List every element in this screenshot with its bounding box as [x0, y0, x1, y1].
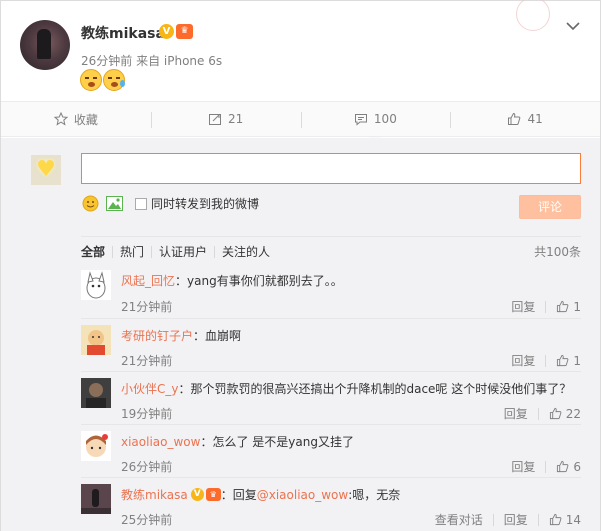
sad-emoji-icon: [80, 69, 102, 91]
favorite-label: 收藏: [73, 112, 98, 127]
star-icon: [53, 112, 68, 126]
comment-text: 小伙伴C_y ：那个罚款罚的很高兴还搞出个升降机制的dace呢 这个时候没他们事…: [121, 380, 571, 397]
repost-button[interactable]: 21: [150, 102, 301, 136]
tab-all[interactable]: 全部: [81, 246, 112, 258]
tab-verified[interactable]: 认证用户: [151, 245, 214, 258]
thumbs-up-icon[interactable]: [556, 460, 569, 473]
comment-time: 26分钟前: [121, 460, 173, 474]
reply-button[interactable]: 回复: [511, 298, 535, 315]
thumbs-up-icon[interactable]: [549, 513, 562, 526]
comment-actions: 回复 6: [511, 458, 581, 475]
post-content: [80, 69, 125, 91]
commenter-name[interactable]: 教练mikasa: [121, 486, 188, 503]
comment-item: 风起_回忆 ：yang有事你们就都别去了。。 21分钟前 回复 1: [81, 270, 581, 318]
commenter-name[interactable]: 风起_回忆: [121, 272, 175, 289]
comment-reply-prefix: ：回复: [220, 488, 257, 502]
chevron-down-icon[interactable]: [566, 21, 580, 31]
tab-hot[interactable]: 热门: [112, 245, 151, 258]
author-badges: V ♛: [159, 24, 193, 39]
comment-section: ♥ 同时转发到我的微博 评论 全部 热门 认证用户 关注的人 共100条 风起_…: [1, 138, 600, 531]
favorite-button[interactable]: 收藏: [1, 102, 151, 136]
verified-icon[interactable]: V: [190, 488, 204, 501]
submit-comment-button[interactable]: 评论: [519, 195, 581, 219]
tab-following[interactable]: 关注的人: [214, 245, 277, 258]
thumbs-up-icon[interactable]: [549, 407, 562, 420]
verified-icon[interactable]: V: [159, 24, 174, 39]
repost-icon: [208, 114, 221, 125]
comment-like-count: 1: [573, 353, 581, 368]
comment-actions: 回复 1: [511, 352, 581, 369]
comment-item: xiaoliao_wow ：怎么了 是不是yang又挂了 26分钟前 回复 6: [81, 424, 581, 477]
comment-time: 19分钟前: [121, 407, 173, 421]
comment-text: 教练mikasa V ♛ ：回复 @xiaoliao_wow :嗯，无奈: [121, 486, 400, 503]
comment-actions: 回复 22: [504, 405, 581, 422]
repost-option-label: 同时转发到我的微博: [151, 197, 260, 211]
comment-actions: 查看对话 回复 14: [435, 511, 581, 528]
thumbs-up-icon[interactable]: [556, 300, 569, 313]
commenter-avatar[interactable]: [81, 431, 111, 461]
comment-text: 考研的钉子户 ：血崩啊: [121, 327, 241, 344]
comment-body: ：那个罚款罚的很高兴还搞出个升降机制的dace呢 这个时候没他们事了？: [178, 382, 572, 396]
comment-icon: [354, 114, 367, 126]
vip-icon[interactable]: ♛: [205, 488, 221, 501]
thumbs-up-icon[interactable]: [556, 354, 569, 367]
comment-like-count: 1: [573, 299, 581, 314]
comment-body: ：血崩啊: [193, 329, 242, 343]
action-bar: 收藏 21 100 41: [1, 101, 600, 143]
weibo-post-card: 教练mikasa V ♛ 26分钟前 来自 iPhone 6s 收藏 21 10…: [0, 0, 601, 531]
comment-filter-tabs: 全部 热门 认证用户 关注的人 共100条: [81, 236, 581, 266]
commenter-name[interactable]: 考研的钉子户: [121, 327, 193, 344]
comment-time: 21分钟前: [121, 354, 173, 368]
comment-body: ：怎么了 是不是yang又挂了: [200, 435, 354, 449]
comment-time: 21分钟前: [121, 300, 173, 314]
comment-body: ：yang有事你们就都别去了。。: [175, 274, 343, 288]
comment-like-count: 22: [565, 406, 581, 421]
author-name[interactable]: 教练mikasa: [81, 23, 165, 43]
comment-text: xiaoliao_wow ：怎么了 是不是yang又挂了: [121, 433, 354, 450]
thumbs-up-icon: [508, 112, 521, 125]
comment-body: :嗯，无奈: [348, 488, 401, 502]
post-meta: 26分钟前 来自 iPhone 6s: [81, 54, 223, 68]
commenter-name[interactable]: xiaoliao_wow: [121, 435, 200, 449]
like-button[interactable]: 41: [450, 102, 600, 136]
sweat-emoji-icon: [103, 69, 125, 91]
comment-time: 25分钟前: [121, 513, 173, 527]
smiley-icon[interactable]: [82, 195, 99, 212]
composer-tools: 同时转发到我的微博: [82, 195, 259, 212]
current-user-avatar: ♥: [31, 155, 61, 185]
vip-icon[interactable]: ♛: [176, 24, 193, 39]
commenter-name[interactable]: 小伙伴C_y: [121, 380, 178, 397]
mention-link[interactable]: @xiaoliao_wow: [257, 488, 348, 502]
view-conversation-button[interactable]: 查看对话: [435, 511, 483, 528]
comment-item: 考研的钉子户 ：血崩啊 21分钟前 回复 1: [81, 318, 581, 371]
comment-input[interactable]: [81, 153, 581, 184]
comment-actions: 回复 1: [511, 298, 581, 315]
commenter-avatar[interactable]: [81, 270, 111, 300]
comment-list: 风起_回忆 ：yang有事你们就都别去了。。 21分钟前 回复 1 考研的钉子户…: [81, 270, 581, 530]
comment-total: 共100条: [534, 245, 581, 259]
commenter-avatar[interactable]: [81, 325, 111, 355]
commenter-avatar[interactable]: [81, 484, 111, 514]
comment-button[interactable]: 100: [300, 102, 451, 143]
comment-count: 100: [373, 112, 397, 126]
post-header: 教练mikasa V ♛ 26分钟前 来自 iPhone 6s: [1, 0, 600, 101]
comment-item: 教练mikasa V ♛ ：回复 @xiaoliao_wow :嗯，无奈 25分…: [81, 477, 581, 530]
reply-button[interactable]: 回复: [511, 458, 535, 475]
comment-item: 小伙伴C_y ：那个罚款罚的很高兴还搞出个升降机制的dace呢 这个时候没他们事…: [81, 371, 581, 424]
image-icon[interactable]: [106, 196, 123, 211]
reply-button[interactable]: 回复: [504, 405, 528, 422]
author-avatar[interactable]: [20, 20, 70, 70]
reply-button[interactable]: 回复: [504, 511, 528, 528]
like-count: 41: [527, 112, 543, 126]
comment-text: 风起_回忆 ：yang有事你们就都别去了。。: [121, 272, 343, 289]
comment-like-count: 14: [565, 512, 581, 527]
comment-like-count: 6: [573, 459, 581, 474]
repost-count: 21: [227, 112, 244, 126]
commenter-avatar[interactable]: [81, 378, 111, 408]
watermark-seal: [516, 0, 550, 31]
repost-checkbox[interactable]: [135, 197, 147, 210]
reply-button[interactable]: 回复: [511, 352, 535, 369]
